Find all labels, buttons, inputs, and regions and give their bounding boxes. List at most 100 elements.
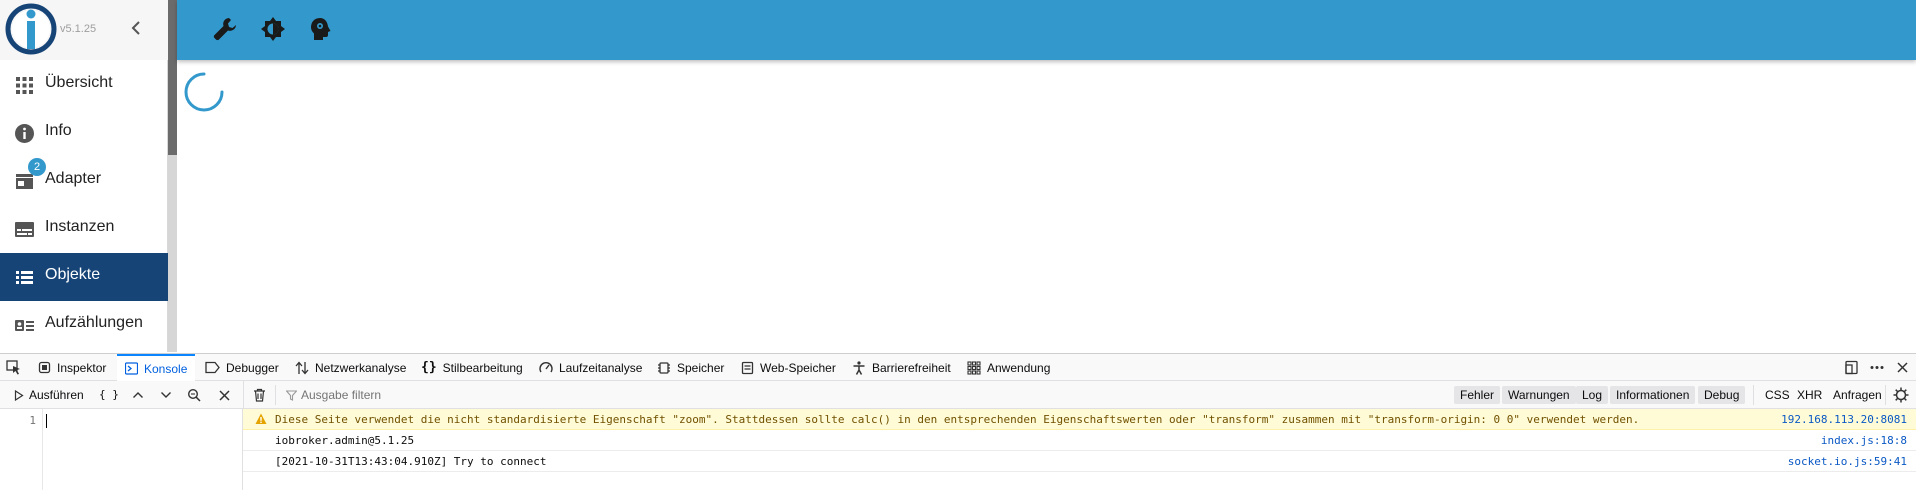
- chevron-left-icon[interactable]: [128, 18, 144, 38]
- sidebar-item-instanzen[interactable]: Instanzen: [0, 205, 168, 253]
- message-source-link[interactable]: 192.168.113.20:8081: [1781, 413, 1907, 426]
- filter-debug-button[interactable]: Debug: [1698, 386, 1746, 404]
- sidebar-item-label: Adapter: [45, 170, 102, 187]
- devtools-panel: Inspektor Konsole Debugger Netzwerkanaly…: [0, 353, 1916, 490]
- line-number-gutter: 1: [0, 409, 43, 490]
- toolbar-divider: [275, 385, 276, 405]
- run-button[interactable]: Ausführen: [29, 388, 84, 402]
- tab-label: Netzwerkanalyse: [315, 360, 407, 375]
- filter-errors-button[interactable]: Fehler: [1454, 386, 1501, 404]
- grid-icon: [16, 77, 33, 94]
- tab-label: Speicher: [677, 360, 725, 375]
- wrench-icon[interactable]: [212, 16, 238, 42]
- console-output: Diese Seite verwendet die nicht standard…: [243, 409, 1916, 490]
- sidebar-item-label: Instanzen: [45, 218, 115, 235]
- list-icon: [16, 271, 33, 284]
- sidebar-item-info[interactable]: Info: [0, 109, 168, 157]
- performance-icon: [539, 361, 553, 372]
- tab-netzwerkanalyse[interactable]: Netzwerkanalyse: [295, 354, 406, 381]
- adapter-update-badge: 2: [28, 158, 46, 176]
- line-number: 1: [29, 414, 36, 427]
- sidebar-item-adapter[interactable]: Adapter: [0, 157, 168, 205]
- network-icon: [295, 361, 309, 374]
- filter-icon: [286, 390, 297, 401]
- tab-anwendung[interactable]: Anwendung: [967, 354, 1050, 381]
- message-text: [2021-10-31T13:43:04.910Z] Try to connec…: [275, 455, 547, 468]
- tab-label: Laufzeitanalyse: [559, 360, 643, 375]
- devtools-tab-bar: Inspektor Konsole Debugger Netzwerkanaly…: [0, 354, 1916, 381]
- memory-icon: [658, 361, 670, 374]
- chevron-up-icon[interactable]: [132, 390, 144, 400]
- sidebar-item-label: Objekte: [45, 266, 101, 283]
- tab-label: Anwendung: [987, 360, 1051, 375]
- accessibility-icon: [853, 360, 865, 375]
- filter-xhr-button[interactable]: XHR: [1797, 386, 1822, 404]
- sidebar-item-label: Aufzählungen: [45, 314, 143, 331]
- filter-info-button[interactable]: Informationen: [1610, 386, 1696, 404]
- sidebar-scrollbar-thumb[interactable]: [168, 0, 177, 155]
- message-source-link[interactable]: socket.io.js:59:41: [1788, 455, 1907, 468]
- version-label: v5.1.25: [60, 23, 97, 35]
- console-editor[interactable]: 1: [0, 409, 243, 490]
- console-message-log: iobroker.admin@5.1.25 index.js:18:8: [243, 430, 1916, 451]
- message-text: iobroker.admin@5.1.25: [275, 434, 415, 447]
- message-text: Diese Seite verwendet die nicht standard…: [275, 413, 1640, 426]
- expert-mode-icon[interactable]: [308, 16, 334, 42]
- close-editor-icon[interactable]: [218, 389, 231, 402]
- application-icon: [967, 360, 981, 375]
- console-icon: [125, 362, 138, 375]
- tab-label: Debugger: [226, 360, 279, 375]
- info-icon: [15, 124, 34, 143]
- message-source-link[interactable]: index.js:18:8: [1821, 434, 1907, 447]
- filter-warnings-button[interactable]: Warnungen: [1502, 386, 1576, 404]
- trash-icon[interactable]: [253, 388, 266, 402]
- sidebar-item-objekte[interactable]: Objekte: [0, 253, 168, 301]
- style-editor-icon: {}: [421, 360, 437, 375]
- search-icon[interactable]: [187, 388, 201, 402]
- tab-laufzeitanalyse[interactable]: Laufzeitanalyse: [539, 354, 642, 381]
- debugger-icon: [205, 361, 220, 374]
- filter-log-button[interactable]: Log: [1576, 386, 1609, 404]
- tab-label: Konsole: [144, 361, 188, 376]
- sidebar: v5.1.25 Übersicht Info Adapter Instanzen…: [0, 0, 168, 352]
- storage-icon: [741, 361, 754, 374]
- sidebar-item-uebersicht[interactable]: Übersicht: [0, 61, 168, 109]
- instances-icon: [15, 222, 34, 237]
- console-message-log: [2021-10-31T13:43:04.910Z] Try to connec…: [243, 451, 1916, 472]
- toolbar-divider: [243, 381, 244, 409]
- sidebar-item-aufzaehlungen[interactable]: Aufzählungen: [0, 301, 168, 349]
- tab-web-speicher[interactable]: Web-Speicher: [741, 354, 836, 381]
- pick-element-icon[interactable]: [6, 360, 21, 375]
- gear-icon[interactable]: [1893, 387, 1909, 403]
- brightness-icon[interactable]: [260, 16, 286, 42]
- warning-icon: [255, 413, 267, 424]
- pretty-print-button[interactable]: { }: [99, 388, 119, 401]
- tab-barrierefreiheit[interactable]: Barrierefreiheit: [852, 354, 951, 381]
- console-toolbar: Ausführen { } Fehler Warnungen Log Infor…: [0, 381, 1916, 409]
- text-caret: [46, 414, 47, 428]
- chevron-down-icon[interactable]: [160, 390, 172, 400]
- tab-label: Inspektor: [57, 360, 107, 375]
- dock-side-icon[interactable]: [1844, 360, 1859, 375]
- tab-label: Web-Speicher: [760, 360, 836, 375]
- tab-label: Barrierefreiheit: [872, 360, 951, 375]
- sidebar-item-label: Info: [45, 122, 72, 139]
- filter-requests-button[interactable]: Anfragen: [1833, 386, 1882, 404]
- sidebar-item-label: Übersicht: [45, 74, 113, 91]
- console-message-warning: Diese Seite verwendet die nicht standard…: [243, 409, 1916, 430]
- run-icon[interactable]: [14, 390, 24, 401]
- filter-css-button[interactable]: CSS: [1765, 386, 1790, 404]
- tab-konsole[interactable]: Konsole: [117, 354, 195, 381]
- tab-speicher[interactable]: Speicher: [657, 354, 724, 381]
- close-icon[interactable]: [1896, 361, 1909, 374]
- more-options-icon[interactable]: [1869, 360, 1885, 375]
- tab-label: Stilbearbeitung: [442, 360, 523, 375]
- filter-output-input[interactable]: [299, 386, 719, 404]
- iobroker-logo[interactable]: [5, 3, 57, 55]
- toolbar-divider: [1885, 385, 1886, 405]
- tab-inspektor[interactable]: Inspektor: [38, 354, 106, 381]
- tab-stilbearbeitung[interactable]: {} Stilbearbeitung: [421, 354, 523, 381]
- loading-spinner-icon: [184, 72, 224, 112]
- inspector-icon: [38, 361, 51, 374]
- tab-debugger[interactable]: Debugger: [205, 354, 279, 381]
